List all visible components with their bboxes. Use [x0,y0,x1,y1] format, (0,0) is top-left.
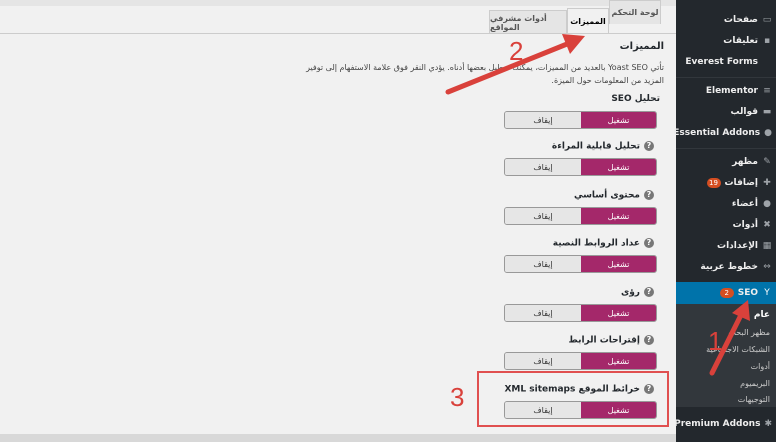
star-icon: ✱ [764,419,772,429]
feature-link-suggestions: ? إقتراحات الرابط إيقاف تشغيل [464,335,664,375]
brush-icon: ✎ [763,157,771,167]
page-title: المميزات [619,41,664,52]
sidebar-item-label: صفحات [723,15,758,25]
help-icon[interactable]: ? [644,287,654,297]
cornerstone-toggle[interactable]: إيقاف تشغيل [504,207,657,225]
feature-label: ? رؤى [621,287,660,298]
help-icon[interactable]: ? [644,190,654,200]
toggle-off-option[interactable]: إيقاف [505,159,581,175]
insights-toggle[interactable]: إيقاف تشغيل [504,304,657,322]
feature-readability-analysis: ? تحليل قابلية المراءة إيقاف تشغيل [464,141,664,181]
font-icon: ⇔ [763,262,771,272]
seo-analysis-toggle[interactable]: إيقاف تشغيل [504,111,657,129]
help-icon[interactable]: ? [644,238,654,248]
sidebar-item-templates[interactable]: قوالب ▬ [676,102,776,122]
sidebar-item-elementor[interactable]: Elementor ≡ [676,81,776,101]
ea-icon: ● [764,128,772,138]
feature-label: ? عداد الروابط النصية [553,238,660,249]
feature-label: ? محتوى أساسي [574,190,660,201]
bottom-bar [0,434,676,442]
feature-text-link-counter: ? عداد الروابط النصية إيقاف تشغيل [464,238,664,278]
toggle-off-option[interactable]: إيقاف [505,305,581,321]
annotation-arrow-1 [709,300,750,376]
yoast-icon: Y [764,288,770,298]
feature-label: ? تحليل قابلية المراءة [552,141,660,152]
link-suggestions-toggle[interactable]: إيقاف تشغيل [504,352,657,370]
sidebar-item-label: تعليقات [723,36,758,46]
elementor-icon: ≡ [763,86,771,96]
sidebar-item-everest-forms[interactable]: Everest Forms [676,52,776,72]
sidebar-item-comments[interactable]: تعليقات ▪ [676,31,776,51]
sidebar-item-tools[interactable]: أدوات ✖ [676,215,776,235]
plugins-update-badge: 19 [706,178,721,188]
toggle-on-option[interactable]: تشغيل [581,256,656,272]
top-strip [0,0,676,6]
sidebar-item-label: الإعدادات [717,241,758,251]
toggle-on-option[interactable]: تشغيل [581,353,656,369]
sidebar-item-pages[interactable]: صفحات ▭ [676,10,776,30]
sidebar-item-appearance[interactable]: مظهر ✎ [676,152,776,172]
sidebar-item-label: إضافات [724,178,758,188]
sidebar-item-label: Elementor [705,86,758,96]
sidebar-item-label: Everest Forms [685,57,758,67]
plugin-icon: ✚ [763,178,771,188]
feature-label-text: رؤى [620,287,640,298]
template-icon: ▬ [762,107,772,117]
toggle-off-option[interactable]: إيقاف [505,353,581,369]
sidebar-item-label: أعضاء [731,199,758,209]
sidebar-item-label: Premium Addons [674,419,761,429]
sidebar-separator [676,148,776,149]
feature-label-text: محتوى أساسي [573,190,640,201]
feature-cornerstone-content: ? محتوى أساسي إيقاف تشغيل [464,190,664,230]
sidebar-item-label: خطوط عربية [700,262,758,272]
toggle-off-option[interactable]: إيقاف [505,208,581,224]
toggle-on-option[interactable]: تشغيل [581,159,656,175]
annotation-number-1: 1 [708,326,723,356]
page-icon: ▭ [762,15,772,25]
toggle-on-option[interactable]: تشغيل [581,208,656,224]
submenu-item-general[interactable]: عام [754,310,770,320]
sidebar-item-settings[interactable]: الإعدادات ▦ [676,236,776,256]
feature-label: ? إقتراحات الرابط [568,335,660,346]
feature-label-text: تحليل SEO [611,94,660,104]
user-icon: ● [763,199,771,209]
help-icon[interactable]: ? [644,335,654,345]
toggle-on-option[interactable]: تشغيل [581,305,656,321]
annotation-number-2: 2 [509,36,524,66]
sidebar-separator [676,77,776,78]
tab-dashboard-label: لوحة التحكم [611,8,659,17]
sidebar-item-arabic-fonts[interactable]: خطوط عربية ⇔ [676,257,776,277]
feature-label: تحليل SEO [611,94,660,104]
help-icon[interactable]: ? [644,141,654,151]
sidebar-item-label: أدوات [732,220,758,230]
toggle-on-option[interactable]: تشغيل [581,112,656,128]
sidebar-item-plugins[interactable]: 19 إضافات ✚ [676,173,776,193]
sidebar-item-label: مظهر [732,157,758,167]
sidebar-item-premium-addons[interactable]: Premium Addons ✱ [674,414,776,434]
comment-icon: ▪ [763,36,771,46]
link-counter-toggle[interactable]: إيقاف تشغيل [504,255,657,273]
readability-toggle[interactable]: إيقاف تشغيل [504,158,657,176]
toggle-off-option[interactable]: إيقاف [505,256,581,272]
settings-icon: ▦ [762,241,772,251]
feature-label-text: عداد الروابط النصية [552,238,640,249]
annotation-number-3: 3 [450,382,465,412]
tab-dashboard[interactable]: لوحة التحكم [609,0,661,24]
toggle-off-option[interactable]: إيقاف [505,112,581,128]
feature-label-text: تحليل قابلية المراءة [551,141,640,152]
feature-label-text: إقتراحات الرابط [568,335,640,346]
feature-seo-analysis: تحليل SEO إيقاف تشغيل [464,94,664,134]
sidebar-item-essential-addons[interactable]: Essential Addons ● [673,123,776,143]
feature-insights: ? رؤى إيقاف تشغيل [464,287,664,327]
submenu-item-redirects[interactable]: التوجيهات [738,395,770,404]
sidebar-item-label: Essential Addons [673,128,761,138]
wrench-icon: ✖ [763,220,771,230]
main-content: لوحة التحكم المميزات أدوات مشرفي المواقع… [0,0,676,442]
sidebar-item-label: قوالب [730,107,758,117]
highlight-box-xml-sitemaps [477,371,669,427]
admin-sidebar: صفحات ▭ تعليقات ▪ Everest Forms Elementor ≡… [673,0,776,442]
sidebar-item-users[interactable]: أعضاء ● [676,194,776,214]
